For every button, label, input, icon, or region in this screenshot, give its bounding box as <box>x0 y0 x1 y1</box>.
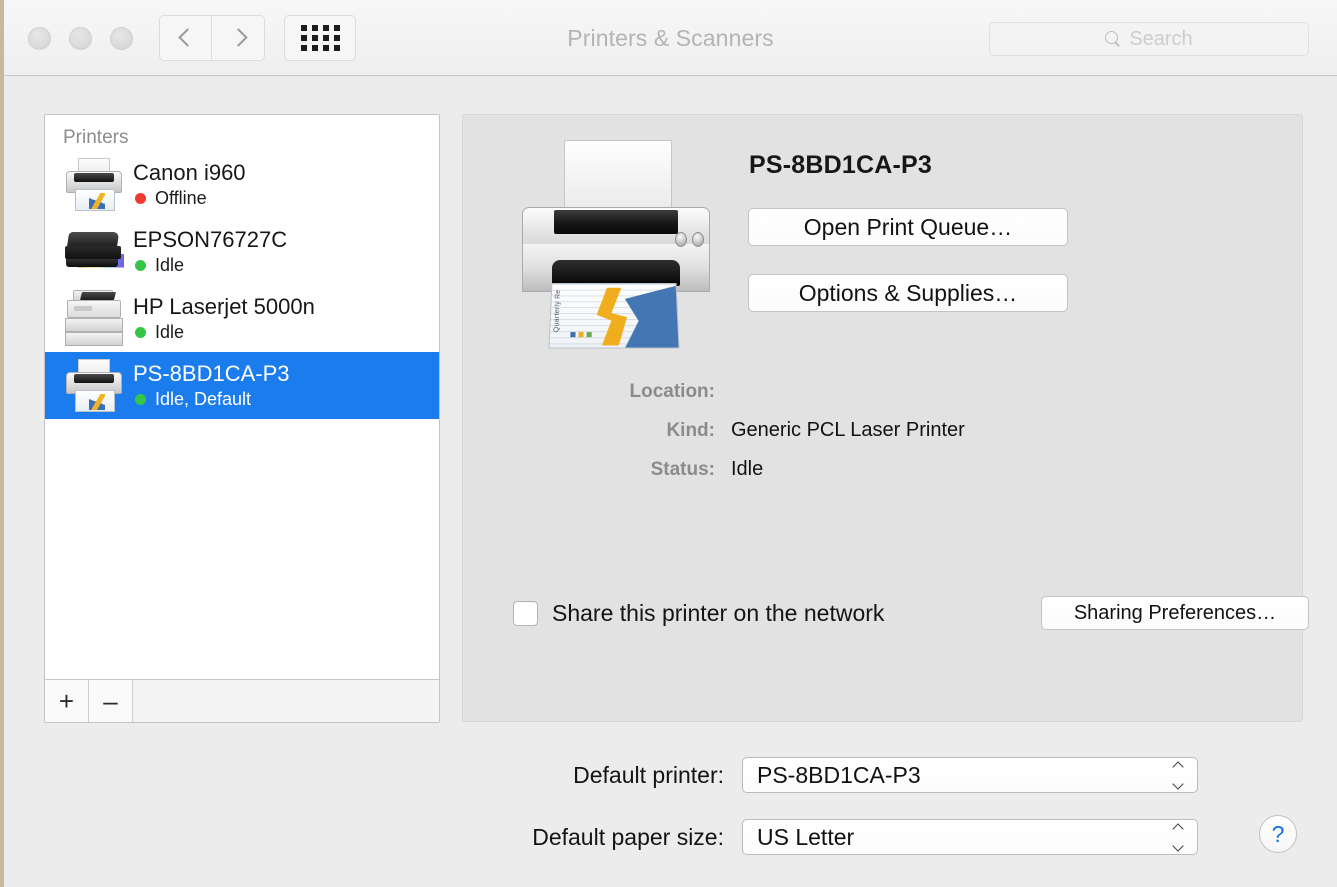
printer-status-label: Offline <box>155 187 207 208</box>
default-printer-select[interactable]: PS-8BD1CA-P3 <box>742 757 1198 793</box>
share-printer-row: Share this printer on the network Sharin… <box>513 596 1309 630</box>
chevron-updown-icon <box>1171 762 1185 788</box>
add-printer-button[interactable]: + <box>45 680 89 722</box>
list-item[interactable]: Canon i960 Offline <box>45 151 439 218</box>
status-dot <box>135 192 146 204</box>
info-value: Generic PCL Laser Printer <box>731 419 965 441</box>
list-item[interactable]: EPSON76727C Idle <box>45 218 439 285</box>
info-label: Kind: <box>666 420 715 441</box>
search-icon <box>1105 31 1121 47</box>
printer-name: Canon i960 <box>133 160 246 186</box>
printer-name: HP Laserjet 5000n <box>133 294 315 320</box>
inkjet-printer-icon <box>55 358 133 413</box>
printer-status-label: Idle <box>155 321 185 342</box>
large-inkjet-printer-icon: Quarterly Re <box>518 140 714 350</box>
share-printer-label: Share this printer on the network <box>552 600 885 626</box>
info-label: Location: <box>629 381 716 402</box>
default-paper-size-value: US Letter <box>757 823 855 850</box>
info-row-kind: Kind: Generic PCL Laser Printer <box>463 419 1304 442</box>
detail-printer-name: PS-8BD1CA-P3 <box>749 151 933 179</box>
sharing-preferences-button[interactable]: Sharing Preferences… <box>1041 596 1309 630</box>
inkjet-printer-icon <box>55 157 133 212</box>
info-label: Status: <box>650 459 715 480</box>
printer-name: PS-8BD1CA-P3 <box>133 361 290 387</box>
default-printer-row: Default printer: PS-8BD1CA-P3 <box>4 757 1204 793</box>
default-printer-value: PS-8BD1CA-P3 <box>757 761 921 788</box>
list-item[interactable]: HP Laserjet 5000n Idle <box>45 285 439 352</box>
printer-info-list: Location: Kind: Generic PCL Laser Printe… <box>463 381 1304 497</box>
epson-printer-icon <box>55 230 133 274</box>
status-dot <box>135 259 146 271</box>
info-row-location: Location: <box>463 381 1304 403</box>
printer-status-label: Idle <box>155 254 185 275</box>
chevron-updown-icon <box>1171 824 1185 850</box>
list-item-selected[interactable]: PS-8BD1CA-P3 Idle, Default <box>45 352 439 419</box>
laser-printer-icon <box>55 289 133 348</box>
printer-name: EPSON76727C <box>133 227 288 253</box>
printer-list-header: Printers <box>63 127 129 148</box>
search-placeholder: Search <box>1129 27 1193 50</box>
printer-status: Offline <box>133 188 246 209</box>
default-printer-label: Default printer: <box>573 761 724 788</box>
search-input[interactable]: Search <box>989 22 1309 56</box>
status-dot <box>135 393 146 405</box>
info-row-status: Status: Idle <box>463 458 1304 481</box>
remove-printer-button[interactable]: – <box>89 680 133 722</box>
printer-status: Idle <box>133 255 287 276</box>
printer-status: Idle, Default <box>133 389 290 410</box>
printer-list-panel: Printers Canon i960 Offline EPSON76727C <box>44 114 440 723</box>
default-paper-size-row: Default paper size: US Letter <box>4 819 1204 855</box>
options-and-supplies-button[interactable]: Options & Supplies… <box>748 274 1068 312</box>
printer-status-label: Idle, Default <box>155 388 252 409</box>
window-toolbar: Printers & Scanners Search <box>4 0 1337 76</box>
status-dot <box>135 326 146 338</box>
printer-list-toolbar: + – <box>45 679 439 722</box>
printer-status: Idle <box>133 322 315 343</box>
help-button[interactable]: ? <box>1259 815 1297 853</box>
default-paper-size-label: Default paper size: <box>532 823 724 850</box>
share-printer-checkbox[interactable] <box>513 601 538 626</box>
printer-detail-panel: Quarterly Re PS-8BD1CA-P3 Open Print Que… <box>462 114 1309 722</box>
preferences-window: Printers & Scanners Search Printers Cano… <box>4 0 1337 887</box>
default-paper-size-select[interactable]: US Letter <box>742 819 1198 855</box>
open-print-queue-button[interactable]: Open Print Queue… <box>748 208 1068 246</box>
info-value: Idle <box>731 458 764 480</box>
